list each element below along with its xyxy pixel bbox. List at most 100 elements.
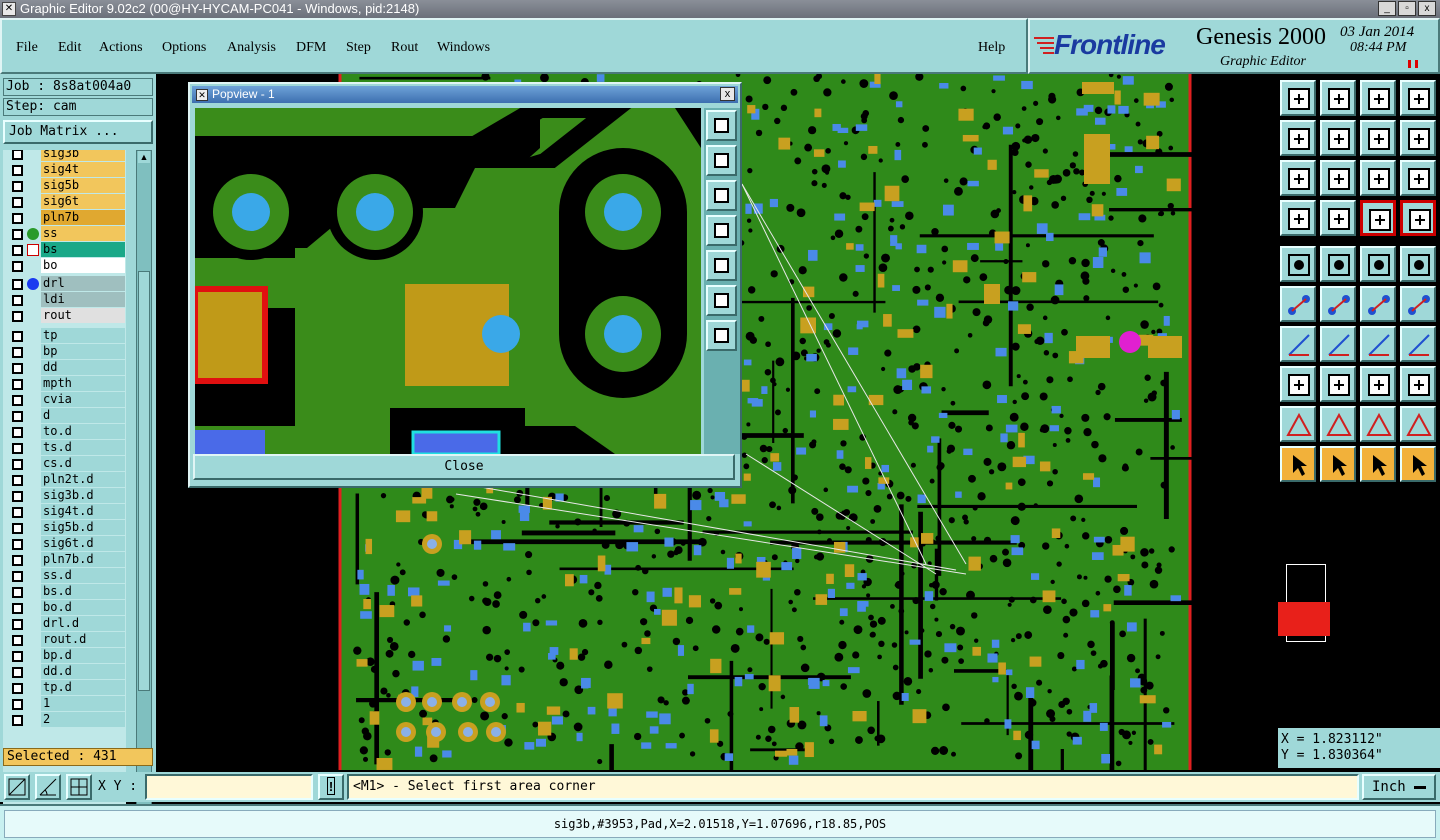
layer-checkbox[interactable] <box>12 197 23 208</box>
arc-button[interactable] <box>1360 326 1396 362</box>
zoom-area-button[interactable] <box>4 774 30 800</box>
triangle-c-button[interactable] <box>1360 406 1396 442</box>
layer-checkbox[interactable] <box>12 363 23 374</box>
layer-list-scrollbar[interactable]: ▲ ▼ <box>136 150 152 818</box>
layer-row[interactable]: d <box>3 408 126 424</box>
layer-row[interactable]: sig3b.d <box>3 488 126 504</box>
alert-button[interactable]: ! <box>318 774 344 800</box>
maximize-button[interactable]: ▫ <box>1398 1 1416 16</box>
select-button[interactable] <box>1280 446 1316 482</box>
angle-button[interactable] <box>1280 326 1316 362</box>
house-button[interactable] <box>1320 80 1356 116</box>
zoom-fit-button[interactable] <box>1280 160 1316 196</box>
undo-view-button[interactable] <box>1360 120 1396 156</box>
layer-row[interactable]: to.d <box>3 424 126 440</box>
menu-actions[interactable]: Actions <box>99 40 143 56</box>
layer-checkbox[interactable] <box>12 295 23 306</box>
layer-row[interactable]: sig5b.d <box>3 520 126 536</box>
job-matrix-button[interactable]: Job Matrix ... <box>3 120 153 144</box>
snap-features-button[interactable] <box>1400 200 1436 236</box>
layer-checkbox[interactable] <box>12 443 23 454</box>
layer-row[interactable]: mpth <box>3 376 126 392</box>
layer-row[interactable]: sig4t.d <box>3 504 126 520</box>
popview-zoom-out-button[interactable] <box>706 320 737 351</box>
popview-zoom-in-button[interactable] <box>706 285 737 316</box>
triangle-b-button[interactable] <box>1320 406 1356 442</box>
layer-row[interactable]: drl <box>3 276 126 292</box>
layer-row[interactable]: pln2t.d <box>3 472 126 488</box>
grid-button[interactable] <box>1320 200 1356 236</box>
layer-checkbox[interactable] <box>12 667 23 678</box>
layer-checkbox[interactable] <box>12 347 23 358</box>
layer-checkbox[interactable] <box>12 635 23 646</box>
menu-step[interactable]: Step <box>346 40 371 56</box>
popview-pan-up-button[interactable] <box>706 145 737 176</box>
settings-button[interactable] <box>1280 200 1316 236</box>
layer-row[interactable]: ldi <box>3 292 126 308</box>
triangle-d-button[interactable] <box>1400 406 1436 442</box>
cross-button[interactable] <box>1320 286 1356 322</box>
layer-checkbox[interactable] <box>12 523 23 534</box>
minimize-button[interactable]: _ <box>1378 1 1396 16</box>
layer-checkbox[interactable] <box>12 331 23 342</box>
layer-row[interactable]: bo <box>3 258 126 274</box>
popview-zoom-view[interactable] <box>195 108 701 454</box>
layer-checkbox[interactable] <box>12 683 23 694</box>
scroll-thumb[interactable] <box>138 271 150 691</box>
layer-checkbox[interactable] <box>12 539 23 550</box>
layer-checkbox[interactable] <box>12 150 23 160</box>
layer-checkbox[interactable] <box>12 261 23 272</box>
unit-selector[interactable]: Inch <box>1362 774 1436 800</box>
add-line-button[interactable] <box>1320 246 1356 282</box>
layer-row[interactable]: dd <box>3 360 126 376</box>
layer-row[interactable]: pln7b <box>3 210 126 226</box>
layer-row[interactable]: bp <box>3 344 126 360</box>
popview-title-bar[interactable]: ✕ Popview - 1 x <box>192 86 738 103</box>
layer-checkbox[interactable] <box>12 555 23 566</box>
menu-help[interactable]: Help <box>978 40 1005 56</box>
layer-checkbox[interactable] <box>12 587 23 598</box>
popview-pan-down-button[interactable] <box>706 180 737 211</box>
select-net-button[interactable] <box>1400 446 1436 482</box>
scale-1-2-button[interactable] <box>1360 160 1396 196</box>
layer-row[interactable]: ss <box>3 226 126 242</box>
layer-checkbox[interactable] <box>12 571 23 582</box>
layer-checkbox[interactable] <box>12 507 23 518</box>
window-button[interactable] <box>1400 80 1436 116</box>
select-box-button[interactable] <box>1320 446 1356 482</box>
menu-windows[interactable]: Windows <box>437 40 490 56</box>
layer-checkbox[interactable] <box>12 459 23 470</box>
layer-checkbox[interactable] <box>12 395 23 406</box>
xy-input[interactable] <box>145 774 313 800</box>
layer-checkbox[interactable] <box>12 181 23 192</box>
layer-row[interactable]: ts.d <box>3 440 126 456</box>
popview-zoom-fit-button[interactable] <box>706 110 737 141</box>
menu-options[interactable]: Options <box>162 40 206 56</box>
layer-row[interactable]: cvia <box>3 392 126 408</box>
popview-close-button[interactable]: Close <box>193 454 735 480</box>
layer-row[interactable]: sig4t <box>3 162 126 178</box>
layer-checkbox[interactable] <box>12 651 23 662</box>
menu-edit[interactable]: Edit <box>58 40 81 56</box>
popview-close-icon[interactable]: x <box>720 87 735 101</box>
layer-row[interactable]: bs <box>3 242 126 258</box>
layer-row[interactable]: rout.d <box>3 632 126 648</box>
layer-checkbox[interactable] <box>12 379 23 390</box>
layer-checkbox[interactable] <box>12 603 23 614</box>
layer-row[interactable]: sig5b <box>3 178 126 194</box>
layer-row[interactable]: tp <box>3 328 126 344</box>
layer-row[interactable]: sig6t.d <box>3 536 126 552</box>
go-home-button[interactable] <box>1280 80 1316 116</box>
layer-row[interactable]: rout <box>3 308 126 324</box>
layer-checkbox[interactable] <box>12 229 23 240</box>
layer-checkbox[interactable] <box>12 491 23 502</box>
layer-row[interactable]: dd.d <box>3 664 126 680</box>
zoom-right-button[interactable] <box>1320 120 1356 156</box>
ruler-button[interactable] <box>1360 246 1396 282</box>
layer-row[interactable]: 1 <box>3 696 126 712</box>
layer-row[interactable]: bp.d <box>3 648 126 664</box>
layer-checkbox[interactable] <box>12 245 23 256</box>
board-overview-view[interactable] <box>1278 602 1330 636</box>
layer-checkbox[interactable] <box>12 311 23 322</box>
drill-button[interactable] <box>1400 366 1436 402</box>
